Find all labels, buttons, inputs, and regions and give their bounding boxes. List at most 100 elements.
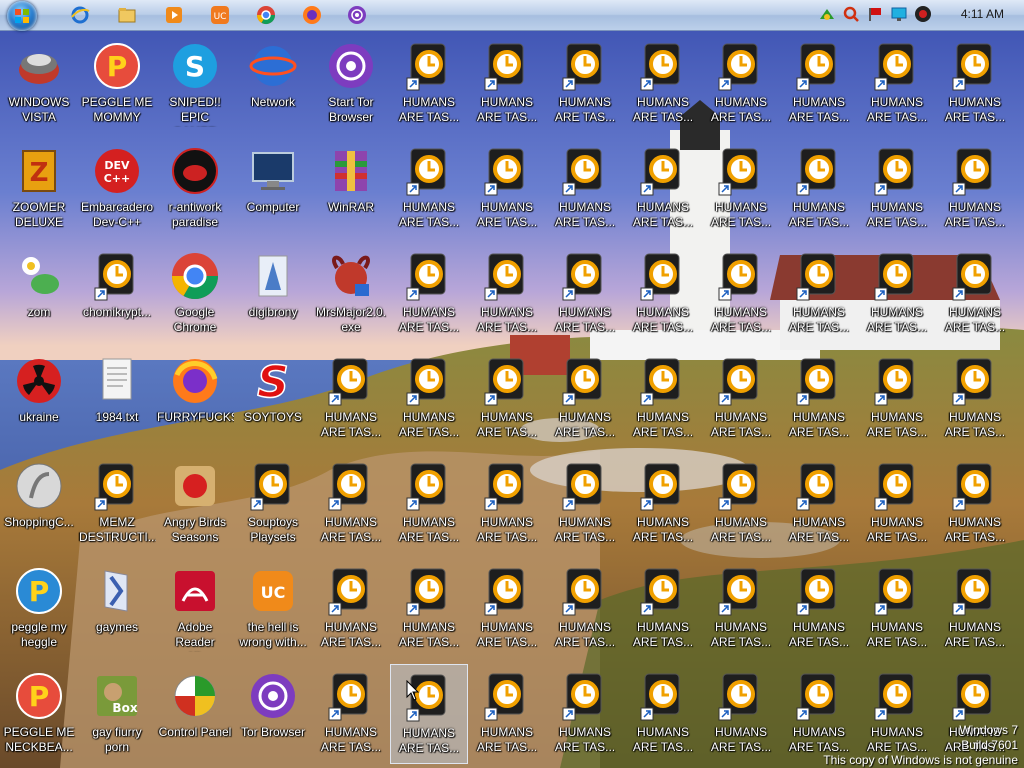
desktop-icon[interactable]: HUMANS ARE TAS...: [936, 139, 1014, 239]
desktop-icon[interactable]: HUMANS ARE TAS...: [546, 454, 624, 554]
desktop-icon[interactable]: S SOYTOYS: [234, 349, 312, 449]
desktop-icon[interactable]: HUMANS ARE TAS...: [936, 349, 1014, 449]
app-tray-icon[interactable]: [914, 5, 932, 23]
desktop-icon[interactable]: Adobe Reader XI: [156, 559, 234, 659]
desktop-icon[interactable]: HUMANS ARE TAS...: [936, 454, 1014, 554]
desktop-icon[interactable]: HUMANS ARE TAS...: [858, 559, 936, 659]
desktop-icon[interactable]: 1984.txt: [78, 349, 156, 449]
desktop-icon[interactable]: Ppeggle my heggle: [0, 559, 78, 659]
desktop-icon[interactable]: HUMANS ARE TAS...: [624, 559, 702, 659]
desktop-icon[interactable]: FURRYFUCKS: [156, 349, 234, 449]
desktop-icon[interactable]: HUMANS ARE TAS...: [780, 244, 858, 344]
desktop-icon[interactable]: HUMANS ARE TAS...: [390, 244, 468, 344]
desktop-icon[interactable]: HUMANS ARE TAS...: [390, 34, 468, 134]
desktop-icon[interactable]: HUMANS ARE TAS...: [624, 454, 702, 554]
desktop-icon[interactable]: HUMANS ARE TAS...: [702, 664, 780, 764]
desktop-icon[interactable]: HUMANS ARE TAS...: [546, 559, 624, 659]
uc-browser-icon[interactable]: UC: [210, 5, 230, 25]
desktop-icon[interactable]: Start Tor Browser: [312, 34, 390, 134]
display-icon[interactable]: [890, 5, 908, 23]
desktop-icon[interactable]: HUMANS ARE TAS...: [936, 244, 1014, 344]
desktop-icon[interactable]: HUMANS ARE TAS...: [702, 244, 780, 344]
desktop-icon[interactable]: HUMANS ARE TAS...: [780, 454, 858, 554]
desktop-icon[interactable]: P PEGGLE ME NECKBEA...: [0, 664, 78, 764]
desktop-icon[interactable]: Google Chrome: [156, 244, 234, 344]
desktop-icon[interactable]: HUMANS ARE TAS...: [546, 349, 624, 449]
desktop-icon[interactable]: r-antiwork paradise: [156, 139, 234, 239]
desktop-icon[interactable]: HUMANS ARE TAS...: [702, 349, 780, 449]
media-player-icon[interactable]: [164, 5, 184, 25]
desktop-icon[interactable]: HUMANS ARE TAS...: [780, 349, 858, 449]
desktop-icon[interactable]: HUMANS ARE TAS...: [702, 559, 780, 659]
desktop-icon[interactable]: Box gay fiurry porn: [78, 664, 156, 764]
desktop-icon[interactable]: HUMANS ARE TAS...: [702, 139, 780, 239]
desktop-icon[interactable]: Network: [234, 34, 312, 134]
desktop-icon[interactable]: HUMANS ARE TAS...: [858, 244, 936, 344]
desktop-icon[interactable]: HUMANS ARE TAS...: [936, 34, 1014, 134]
desktop-icon[interactable]: Tor Browser: [234, 664, 312, 764]
desktop-icon[interactable]: HUMANS ARE TAS...: [468, 559, 546, 659]
desktop-icon[interactable]: DEV C++ Embarcadero Dev-C++: [78, 139, 156, 239]
desktop-icon[interactable]: HUMANS ARE TAS...: [780, 34, 858, 134]
desktop-icon[interactable]: HUMANS ARE TAS...: [780, 664, 858, 764]
desktop-icon[interactable]: Computer: [234, 139, 312, 239]
network-status-icon[interactable]: [818, 5, 836, 23]
desktop-icon[interactable]: HUMANS ARE TAS...: [390, 454, 468, 554]
desktop-icon[interactable]: HUMANS ARE TAS...: [468, 34, 546, 134]
desktop-icon[interactable]: zom: [0, 244, 78, 344]
desktop-icon[interactable]: MrsMajor2.0. exe: [312, 244, 390, 344]
desktop-icon[interactable]: HUMANS ARE TAS...: [858, 34, 936, 134]
chrome-icon[interactable]: [256, 5, 276, 25]
desktop-icon[interactable]: HUMANS ARE TAS...: [546, 244, 624, 344]
desktop-icon[interactable]: HUMANS ARE TAS...: [468, 454, 546, 554]
desktop-icon[interactable]: HUMANS ARE TAS...: [546, 664, 624, 764]
desktop-icon[interactable]: Z ZOOMER DELUXE: [0, 139, 78, 239]
desktop-icon[interactable]: HUMANS ARE TAS...: [390, 664, 468, 764]
desktop-icon[interactable]: HUMANS ARE TAS...: [858, 454, 936, 554]
flag-icon[interactable]: [866, 5, 884, 23]
desktop-icon[interactable]: HUMANS ARE TAS...: [780, 559, 858, 659]
desktop-icon[interactable]: Control Panel: [156, 664, 234, 764]
desktop-icon[interactable]: HUMANS ARE TAS...: [468, 244, 546, 344]
desktop-icon[interactable]: HUMANS ARE TAS...: [468, 664, 546, 764]
search-tray-icon[interactable]: [842, 5, 860, 23]
desktop-icon[interactable]: HUMANS ARE TAS...: [312, 559, 390, 659]
desktop-icon[interactable]: HUMANS ARE TAS...: [390, 559, 468, 659]
desktop-icon[interactable]: HUMANS ARE TAS...: [780, 139, 858, 239]
desktop-icon[interactable]: WINDOWS VISTA: [0, 34, 78, 134]
desktop-icon[interactable]: HUMANS ARE TAS...: [624, 664, 702, 764]
desktop-icon[interactable]: HUMANS ARE TAS...: [858, 349, 936, 449]
desktop-icon[interactable]: HUMANS ARE TAS...: [312, 349, 390, 449]
desktop-icon[interactable]: ukraine: [0, 349, 78, 449]
desktop-icon[interactable]: HUMANS ARE TAS...: [468, 139, 546, 239]
desktop-icon[interactable]: digibrony: [234, 244, 312, 344]
desktop-icon[interactable]: HUMANS ARE TAS...: [858, 139, 936, 239]
start-button[interactable]: [7, 1, 37, 31]
desktop-icon[interactable]: HUMANS ARE TAS...: [546, 34, 624, 134]
desktop-icon[interactable]: HUMANS ARE TAS...: [312, 454, 390, 554]
desktop-icon[interactable]: ShoppingC...: [0, 454, 78, 554]
desktop-icon[interactable]: HUMANS ARE TAS...: [936, 559, 1014, 659]
desktop-icon[interactable]: HUMANS ARE TAS...: [390, 139, 468, 239]
desktop-icon[interactable]: Angry Birds Seasons: [156, 454, 234, 554]
desktop-icon[interactable]: HUMANS ARE TAS...: [468, 349, 546, 449]
desktop-icon[interactable]: HUMANS ARE TAS...: [546, 139, 624, 239]
desktop-icon[interactable]: HUMANS ARE TAS...: [624, 34, 702, 134]
desktop-icon[interactable]: gaymes: [78, 559, 156, 659]
desktop-icon[interactable]: HUMANS ARE TAS...: [312, 664, 390, 764]
desktop-icon[interactable]: HUMANS ARE TAS...: [624, 139, 702, 239]
desktop-icon[interactable]: HUMANS ARE TAS...: [858, 664, 936, 764]
desktop-icon[interactable]: S SNIPED!! EPIC GAMER 360...: [156, 34, 234, 134]
tor-icon[interactable]: [347, 5, 367, 25]
desktop-icon[interactable]: chomikrypt...: [78, 244, 156, 344]
desktop-icon[interactable]: HUMANS ARE TAS...: [702, 454, 780, 554]
firefox-icon[interactable]: [302, 5, 322, 25]
desktop-icon[interactable]: HUMANS ARE TAS...: [702, 34, 780, 134]
desktop-icon[interactable]: P PEGGLE ME MOMMY: [78, 34, 156, 134]
desktop-icon[interactable]: WinRAR: [312, 139, 390, 239]
desktop-icon[interactable]: MEMZ DESTRUCTI...: [78, 454, 156, 554]
desktop-icon[interactable]: HUMANS ARE TAS...: [624, 244, 702, 344]
desktop-icon[interactable]: UC the hell is wrong with...: [234, 559, 312, 659]
desktop-icon[interactable]: Souptoys Playsets: [234, 454, 312, 554]
ie-icon[interactable]: [70, 5, 90, 25]
